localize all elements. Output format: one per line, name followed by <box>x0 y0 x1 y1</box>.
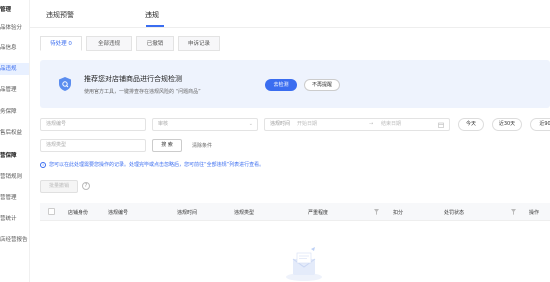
filter-icon[interactable] <box>511 209 516 215</box>
sidebar-item-aftersale[interactable]: 售后权益 <box>0 127 29 139</box>
violation-no-placeholder: 违规编号 <box>46 121 67 127</box>
detect-button[interactable]: 去检测 <box>265 79 297 91</box>
sidebar-item-marketing-manage[interactable]: 营管理 <box>0 192 29 204</box>
sidebar-item-service[interactable]: 务保障 <box>0 106 29 118</box>
violation-no-input[interactable]: 违规编号 <box>40 118 146 131</box>
subtab-pending[interactable]: 待处理 0 <box>40 36 82 51</box>
column-severity: 严重程度 <box>308 210 329 216</box>
column-violation-time: 违规时间 <box>177 210 198 216</box>
column-points: 扣分 <box>393 210 404 216</box>
subtab-all[interactable]: 全部违规 <box>86 36 132 51</box>
select-all-checkbox[interactable] <box>48 208 55 215</box>
tab-violation-warning[interactable]: 违规预警 <box>46 10 74 20</box>
sidebar-item-violation[interactable]: 品违规 <box>0 63 29 75</box>
filter-icon[interactable] <box>374 209 379 215</box>
calendar-icon <box>438 122 444 128</box>
start-date-input[interactable]: 开始日期 <box>297 119 317 130</box>
column-violation-type: 违规类型 <box>234 210 255 216</box>
end-date-input[interactable]: 结束日期 <box>381 119 401 130</box>
table-header: 店铺身份 违规编号 违规时间 违规类型 严重程度 扣分 处罚状态 操作 <box>40 203 550 221</box>
top-tabs: 违规预警 违规 <box>30 0 550 28</box>
tab-violation[interactable]: 违规 <box>145 10 159 20</box>
sidebar-item-manage[interactable]: 品管理 <box>0 84 29 96</box>
quick-90days-button[interactable]: 近90 <box>530 118 550 131</box>
violation-time-range[interactable]: 违规时间 开始日期 → 结束日期 <box>264 118 450 131</box>
status-select[interactable]: 审核 ⌄ <box>152 118 258 131</box>
chevron-down-icon: ⌄ <box>248 121 253 127</box>
dismiss-reminder-button[interactable]: 不再提醒 <box>304 79 340 91</box>
compliance-banner: 推荐您对店铺商品进行合规检测 使用官方工具，一键排查存在违规风险的 “问题商品”… <box>40 60 550 108</box>
info-notice: i 您可以在此处理需要您操作的记录。处理完毕或点击忽略后，您可前往“全部违规”列表… <box>40 161 264 168</box>
violation-type-select[interactable]: 违规类型 <box>40 139 146 152</box>
violation-type-placeholder: 违规类型 <box>46 142 67 148</box>
column-penalty-status: 处罚状态 <box>444 210 465 216</box>
quick-today-button[interactable]: 今天 <box>458 118 484 131</box>
banner-title: 推荐您对店铺商品进行合规检测 <box>84 75 182 83</box>
sidebar-item-marketing-rules[interactable]: 营销规则 <box>0 171 29 183</box>
sidebar-section-product: 管理 <box>0 7 12 13</box>
help-icon[interactable]: ? <box>82 182 90 190</box>
status-select-placeholder: 审核 <box>158 121 169 127</box>
info-icon: i <box>40 161 46 168</box>
clear-filters-link[interactable]: 清除条件 <box>192 142 212 149</box>
time-range-label: 违规时间 <box>270 121 291 127</box>
sidebar-section-marketing: 营保障 <box>0 153 17 159</box>
tab-active-indicator <box>146 25 164 27</box>
banner-description: 使用官方工具，一键排查存在违规风险的 “问题商品” <box>84 89 201 95</box>
sidebar-item-info[interactable]: 品信息 <box>0 42 29 54</box>
subtab-revoked[interactable]: 已撤销 <box>136 36 174 51</box>
column-store-identity: 店铺身份 <box>68 210 89 216</box>
sidebar-item-marketing-stats[interactable]: 营统计 <box>0 213 29 225</box>
column-actions: 操作 <box>529 210 540 216</box>
range-separator: → <box>369 121 374 127</box>
subtab-appeals[interactable]: 申诉记录 <box>178 36 220 51</box>
search-button[interactable]: 搜 索 <box>152 139 182 152</box>
empty-state-illustration <box>286 247 322 281</box>
batch-revoke-button[interactable]: 批量撤销 <box>40 180 78 193</box>
sidebar-item-report[interactable]: 店经营报告 <box>0 234 29 246</box>
shield-icon <box>59 77 71 91</box>
column-violation-no: 违规编号 <box>108 210 129 216</box>
sidebar-item-experience[interactable]: 品体验分 <box>0 22 29 34</box>
quick-30days-button[interactable]: 近30天 <box>492 118 522 131</box>
info-text: 您可以在此处理需要您操作的记录。处理完毕或点击忽略后，您可前往“全部违规”列表进… <box>49 162 265 168</box>
sidebar: 管理 品体验分 品信息 品违规 品管理 务保障 售后权益 营保障 营销规则 营管… <box>0 0 30 282</box>
